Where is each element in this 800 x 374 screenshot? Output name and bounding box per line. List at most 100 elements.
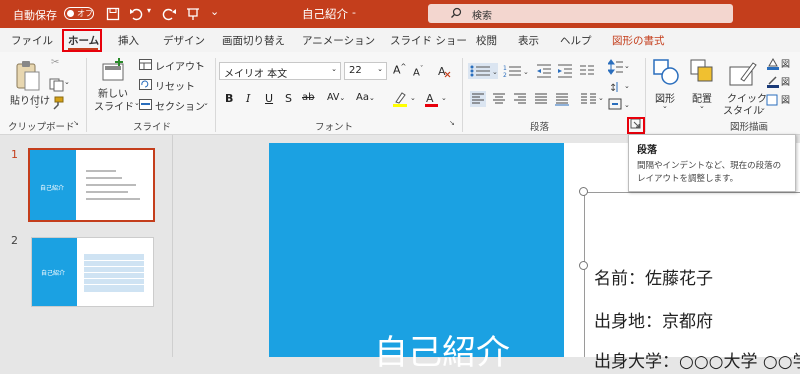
tab-transitions[interactable]: 画面切り替え	[222, 33, 285, 48]
slide-thumbnail-2[interactable]: 自己紹介	[31, 237, 154, 307]
justify-icon[interactable]	[533, 91, 549, 107]
paragraph-columns-icon[interactable]	[580, 91, 598, 107]
clear-format-icon[interactable]: A	[437, 64, 451, 78]
change-case-button[interactable]: Aa⌄	[356, 92, 375, 103]
paragraph-columns-dropdown-icon[interactable]: ⌄	[598, 94, 604, 102]
arrange-dropdown-icon[interactable]: ⌄	[699, 102, 705, 110]
clipboard-launcher-icon[interactable]: ↘	[73, 119, 79, 127]
slide-text-line[interactable]: 出身地：京都府	[594, 307, 713, 332]
font-launcher-icon[interactable]: ↘	[449, 119, 455, 127]
italic-button[interactable]: I	[246, 92, 250, 105]
quick-styles-label-2[interactable]: スタイル	[723, 102, 763, 117]
text-shadow-button[interactable]: S	[285, 92, 292, 105]
font-name-dropdown-icon[interactable]: ⌄	[331, 65, 337, 73]
align-text-dropdown-icon[interactable]: ⌄	[624, 101, 630, 109]
resize-handle[interactable]	[579, 261, 588, 270]
present-icon[interactable]	[186, 7, 200, 21]
shape-outline-icon[interactable]: 図	[766, 75, 800, 89]
thumbnail-title: 自己紹介	[40, 185, 65, 192]
drawing-group-label: 図形描画	[730, 122, 769, 133]
align-right-icon[interactable]	[512, 91, 528, 107]
tab-file[interactable]: ファイル	[11, 33, 53, 48]
distributed-icon[interactable]	[554, 91, 570, 107]
undo-dropdown-icon[interactable]: ▾	[147, 6, 151, 15]
shapes-dropdown-icon[interactable]: ⌄	[662, 102, 668, 110]
reset-icon[interactable]	[139, 79, 152, 91]
bold-button[interactable]: B	[225, 92, 233, 105]
slide-text-line[interactable]: 出身大学：○○○大学 ○○学部	[594, 347, 800, 372]
qat-more-icon[interactable]: ⌄	[210, 5, 219, 18]
ribbon: 貼り付け ⌄ ✂ ⌄ クリップボード ↘ 新しい スライド ⌄ レイアウト ⌄ …	[0, 52, 800, 135]
section-dropdown-icon[interactable]: ⌄	[203, 99, 209, 107]
tab-design[interactable]: デザイン	[163, 33, 205, 48]
tab-animations[interactable]: アニメーション	[302, 33, 375, 48]
tab-help[interactable]: ヘルプ	[560, 33, 592, 48]
quick-styles-icon[interactable]	[729, 59, 757, 87]
font-name-value: メイリオ 本文	[224, 69, 288, 80]
section-icon[interactable]	[139, 99, 152, 111]
title-bar: 自動保存 オフ ▾ ⌄ 自己紹介 - 検索	[0, 0, 800, 28]
slide-text-line[interactable]: 名前：佐藤花子	[594, 264, 713, 289]
resize-handle[interactable]	[579, 187, 588, 196]
highlight-icon[interactable]	[392, 91, 410, 107]
font-size-dropdown-icon[interactable]: ⌄	[377, 65, 383, 73]
tab-shape-format[interactable]: 図形の書式	[612, 33, 665, 48]
underline-button[interactable]: U	[265, 92, 273, 105]
align-text-icon[interactable]	[608, 98, 624, 112]
new-slide-icon[interactable]	[101, 58, 127, 84]
copy-icon[interactable]	[49, 78, 65, 92]
line-spacing-dropdown-icon[interactable]: ⌄	[624, 62, 630, 70]
new-slide-label-2[interactable]: スライド	[94, 98, 134, 113]
decrease-indent-icon[interactable]	[536, 63, 552, 79]
undo-icon[interactable]	[129, 7, 145, 21]
layout-dropdown-icon[interactable]: ⌄	[195, 58, 201, 66]
document-title: 自己紹介	[302, 7, 348, 21]
format-painter-icon[interactable]	[49, 96, 65, 110]
shape-effects-icon[interactable]: 図	[766, 93, 800, 107]
copy-dropdown-icon[interactable]: ⌄	[64, 78, 70, 86]
panel-divider[interactable]	[172, 135, 173, 357]
ribbon-tabs: ファイル ホーム 挿入 デザイン 画面切り替え アニメーション スライド ショー…	[0, 28, 800, 52]
tab-slideshow[interactable]: スライド ショー	[390, 33, 467, 48]
slide-title[interactable]: 自己紹介	[374, 325, 510, 374]
autosave-state: オフ	[77, 9, 93, 18]
quick-styles-dropdown-icon[interactable]: ⌄	[760, 104, 766, 112]
font-color-icon[interactable]: A	[424, 91, 440, 107]
paste-dropdown-icon[interactable]: ⌄	[34, 102, 40, 110]
strikethrough-button[interactable]: ab	[302, 92, 314, 103]
tab-view[interactable]: 表示	[518, 33, 539, 48]
search-box[interactable]: 検索	[428, 4, 733, 23]
font-name-select[interactable]: メイリオ 本文 ⌄	[219, 62, 341, 80]
font-color-dropdown-icon[interactable]: ⌄	[441, 94, 447, 102]
reset-label[interactable]: リセット	[155, 78, 195, 93]
section-label[interactable]: セクション	[155, 98, 205, 113]
shrink-font-button[interactable]: Aˇ	[413, 65, 423, 78]
tooltip-body-line-1: 間隔やインデントなど、現在の段落の	[637, 161, 782, 171]
char-spacing-button[interactable]: AV⌄	[327, 92, 345, 103]
save-icon[interactable]	[106, 7, 120, 21]
highlight-dropdown-icon[interactable]: ⌄	[410, 94, 416, 102]
slide-thumbnail-1[interactable]: 自己紹介	[28, 148, 155, 222]
paste-label[interactable]: 貼り付け	[10, 92, 50, 107]
cut-icon[interactable]: ✂	[51, 57, 59, 68]
line-spacing-icon[interactable]	[608, 58, 624, 76]
grow-font-button[interactable]: A^	[393, 63, 406, 77]
arrange-icon[interactable]	[690, 59, 716, 85]
tab-review[interactable]: 校閲	[476, 33, 497, 48]
autosave-toggle[interactable]: オフ	[64, 7, 94, 20]
text-direction-dropdown-icon[interactable]: ⌄	[624, 82, 630, 90]
align-left-icon[interactable]	[470, 91, 486, 107]
paste-icon[interactable]	[14, 60, 42, 92]
numbering-icon[interactable]: 12 ⌄	[503, 63, 529, 79]
shapes-icon[interactable]	[653, 59, 679, 85]
columns-icon[interactable]	[579, 63, 595, 79]
shape-fill-icon[interactable]: 図	[766, 57, 800, 71]
font-size-select[interactable]: 22 ⌄	[344, 62, 387, 80]
tab-insert[interactable]: 挿入	[118, 33, 139, 48]
align-center-icon[interactable]	[491, 91, 507, 107]
increase-indent-icon[interactable]	[557, 63, 573, 79]
redo-icon[interactable]	[161, 7, 177, 21]
bullets-icon[interactable]: ⌄	[468, 63, 498, 79]
text-direction-icon[interactable]: ↕	[608, 80, 624, 94]
layout-icon[interactable]	[139, 59, 152, 71]
